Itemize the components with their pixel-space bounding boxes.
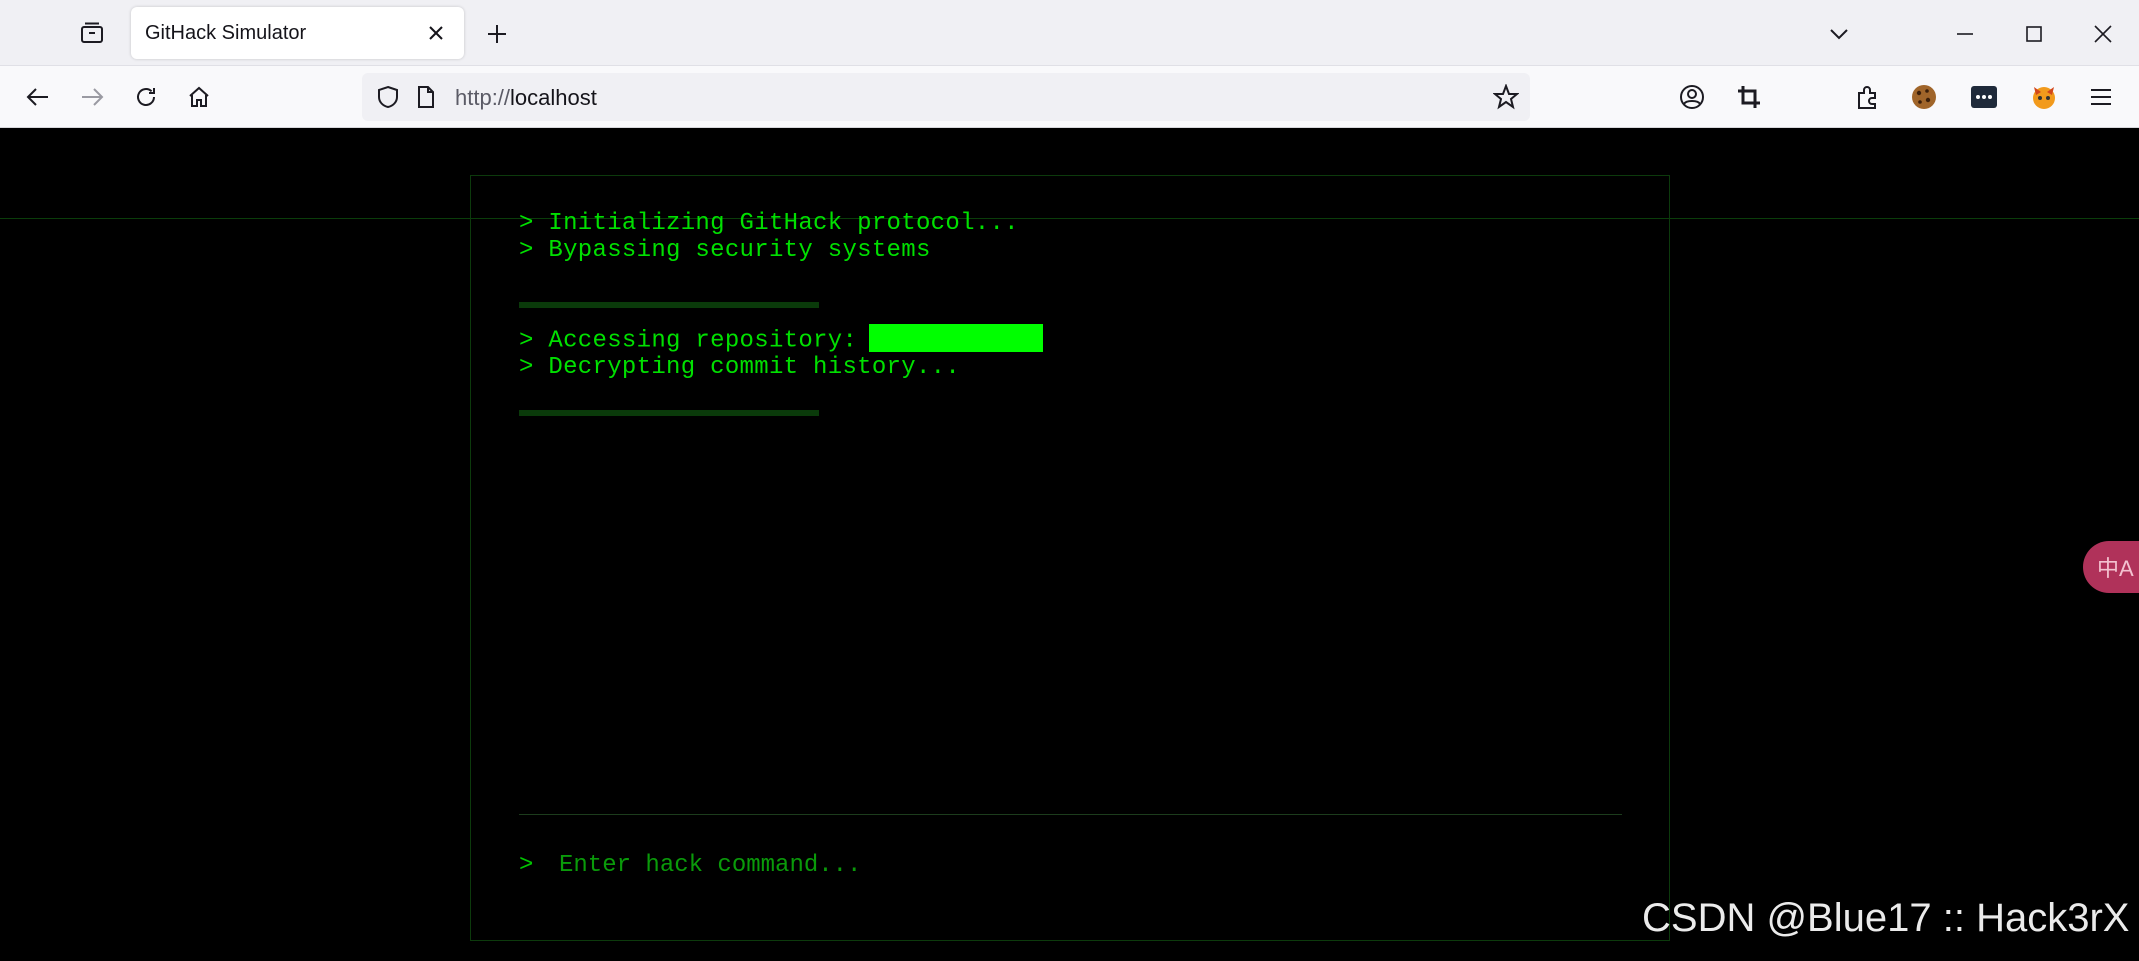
tab-title: GitHack Simulator — [145, 21, 307, 44]
reload-icon[interactable] — [128, 79, 164, 115]
close-window-icon[interactable] — [2086, 17, 2120, 51]
close-tab-icon[interactable] — [422, 19, 450, 47]
progress-bar — [519, 302, 819, 308]
bookmark-star-icon[interactable] — [1492, 83, 1520, 111]
repo-name-highlight — [869, 324, 1044, 352]
page-info-icon[interactable] — [412, 83, 440, 111]
extensions-puzzle-icon[interactable] — [1850, 79, 1886, 115]
hack-command-input[interactable] — [559, 844, 1559, 886]
minimize-icon[interactable] — [1948, 17, 1982, 51]
translate-icon[interactable]: 中A — [2083, 541, 2139, 593]
nav-bar: http://localhost — [0, 66, 2139, 128]
home-icon[interactable] — [181, 79, 217, 115]
prompt-symbol: > — [519, 852, 534, 879]
maximize-icon[interactable] — [2017, 17, 2051, 51]
terminal-line-decrypt: > Decrypting commit history... — [519, 354, 961, 381]
password-manager-icon[interactable] — [1966, 79, 2002, 115]
page-viewport: > Initializing GitHack protocol... > Byp… — [0, 128, 2139, 961]
cookie-extension-icon[interactable] — [1906, 79, 1942, 115]
shield-icon[interactable] — [374, 83, 402, 111]
crop-screenshot-icon[interactable] — [1731, 79, 1767, 115]
terminal-line-bypass: > Bypassing security systems — [519, 237, 931, 264]
progress-bar — [519, 410, 819, 416]
terminal-line-init: > Initializing GitHack protocol... — [519, 210, 1019, 237]
url-bar[interactable]: http://localhost — [362, 73, 1530, 121]
tab-bar: GitHack Simulator — [0, 0, 2139, 66]
menu-hamburger-icon[interactable] — [2083, 79, 2119, 115]
url-text[interactable]: http://localhost — [455, 85, 597, 111]
watermark: CSDN @Blue17 :: Hack3rX — [1642, 896, 2130, 940]
forward-arrow-icon[interactable] — [74, 79, 110, 115]
tab-list-icon[interactable] — [72, 17, 112, 49]
chevron-down-icon[interactable] — [1822, 17, 1856, 51]
fox-extension-icon[interactable] — [2026, 79, 2062, 115]
repo-label: > Accessing repository: — [519, 327, 858, 355]
new-tab-plus-icon[interactable] — [480, 17, 514, 51]
account-icon[interactable] — [1674, 79, 1710, 115]
active-tab[interactable]: GitHack Simulator — [131, 7, 464, 59]
terminal-line-repo: > Accessing repository: — [519, 324, 1044, 355]
input-separator — [519, 814, 1622, 815]
terminal-window: > Initializing GitHack protocol... > Byp… — [470, 175, 1670, 941]
back-arrow-icon[interactable] — [20, 79, 56, 115]
